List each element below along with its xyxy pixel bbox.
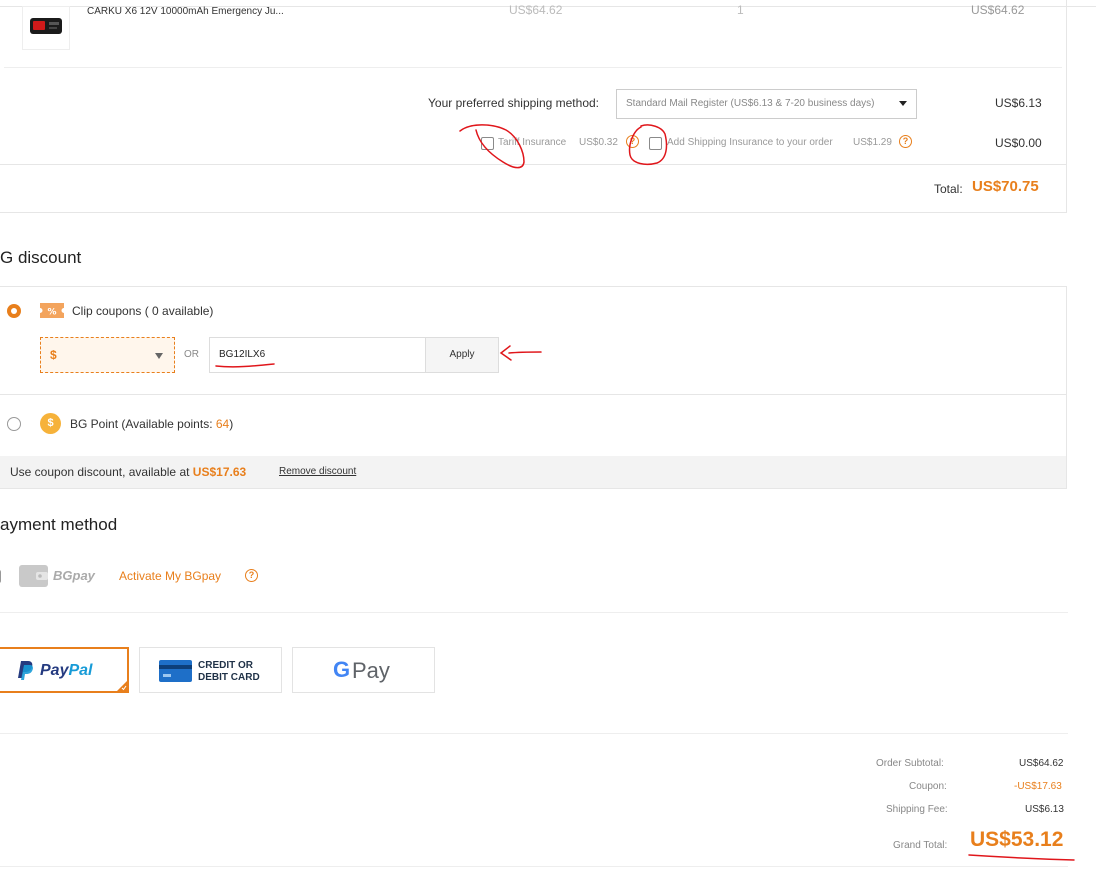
- shipping-insurance-label: Add Shipping Insurance to your order: [667, 137, 833, 148]
- remove-discount-link[interactable]: Remove discount: [279, 466, 356, 477]
- bg-point-text: BG Point (Available points:: [70, 417, 216, 431]
- google-pay-button[interactable]: G Pay: [292, 647, 435, 693]
- coupon-summary-value: -US$17.63: [1014, 781, 1062, 792]
- help-icon[interactable]: ?: [245, 569, 258, 582]
- caret-down-icon: [155, 353, 163, 359]
- order-panel-right-border: [1066, 0, 1067, 212]
- paypal-word-pal: Pal: [68, 662, 93, 679]
- tariff-insurance-label: Tariff Insurance: [498, 137, 567, 148]
- product-quantity: 1: [737, 3, 744, 17]
- bgpay-label: BGpay: [53, 568, 95, 583]
- svg-text:%: %: [47, 308, 56, 318]
- shipping-cost: US$6.13: [995, 96, 1042, 110]
- subtotal-label: Order Subtotal:: [876, 758, 944, 769]
- total-label: Total:: [934, 182, 963, 196]
- shipping-insurance-price: US$1.29: [853, 137, 892, 148]
- coupon-code-value: BG12ILX6: [219, 349, 266, 360]
- subtotal-value: US$64.62: [1019, 758, 1064, 769]
- coin-icon: $: [40, 413, 61, 434]
- selected-check-icon: [117, 681, 127, 691]
- google-pay-wordmark: Pay: [352, 658, 390, 683]
- discount-divider: [0, 394, 1066, 395]
- coupon-code-input[interactable]: BG12ILX6: [209, 337, 426, 373]
- or-separator: OR: [184, 349, 199, 360]
- product-thumbnail[interactable]: [22, 6, 70, 50]
- shipping-method-select[interactable]: Standard Mail Register (US$6.13 & 7-20 b…: [616, 89, 917, 119]
- bg-point-value: 64: [215, 417, 230, 431]
- credit-card-button[interactable]: CREDIT OR DEBIT CARD: [139, 647, 282, 693]
- help-icon[interactable]: ?: [899, 135, 912, 148]
- tariff-insurance-price: US$0.32: [579, 137, 618, 148]
- summary-divider: [0, 733, 1068, 734]
- apply-coupon-button[interactable]: Apply: [425, 337, 499, 373]
- product-line-total: US$64.62: [971, 3, 1025, 17]
- tariff-insurance-checkbox[interactable]: [481, 137, 494, 150]
- coupon-status-bar: Use coupon discount, available at US$17.…: [0, 456, 1066, 488]
- paypal-wordmark: PayPal: [40, 662, 92, 680]
- product-unit-price: US$64.62: [509, 3, 563, 17]
- coupon-currency-select[interactable]: $: [40, 337, 175, 373]
- activate-bgpay-link[interactable]: Activate My BGpay: [119, 569, 221, 583]
- paypal-logo-icon: [18, 661, 33, 680]
- currency-value: $: [50, 348, 57, 362]
- bg-point-close: ): [229, 417, 234, 431]
- credit-card-icon: [159, 660, 192, 682]
- caret-down-icon: [899, 101, 907, 106]
- bg-point-radio[interactable]: [7, 417, 21, 431]
- total-value: US$70.75: [972, 178, 1039, 195]
- payment-divider: [0, 612, 1068, 613]
- coupon-icon: %: [40, 303, 64, 318]
- payment-heading: ayment method: [0, 515, 118, 534]
- clip-coupon-radio[interactable]: [7, 304, 21, 318]
- clip-coupon-label: Clip coupons ( 0 available): [72, 304, 214, 318]
- shipping-divider: [0, 164, 1066, 165]
- bg-point-label: BG Point (Available points: 64): [70, 417, 233, 431]
- discount-heading: G discount: [0, 248, 82, 267]
- shipping-insurance-checkbox[interactable]: [649, 137, 662, 150]
- card-label-line2: DEBIT CARD: [198, 672, 260, 683]
- coupon-status-label: Use coupon discount, available at: [10, 465, 193, 479]
- annotation-marks: [215, 124, 1075, 861]
- item-divider: [4, 67, 1062, 68]
- order-panel-bottom-border: [0, 212, 1067, 213]
- shipping-method-label: Your preferred shipping method:: [428, 96, 599, 110]
- grand-total-label: Grand Total:: [893, 840, 948, 851]
- bottom-divider: [0, 866, 1068, 867]
- shipping-method-value: Standard Mail Register (US$6.13 & 7-20 b…: [626, 98, 875, 109]
- grand-total-underline-mark: [968, 854, 1075, 861]
- wallet-icon: [19, 565, 48, 587]
- paypal-button[interactable]: PayPal: [0, 647, 129, 693]
- paypal-word-pay: Pay: [40, 662, 69, 679]
- google-g-icon: G: [333, 657, 351, 682]
- coupon-status-text: Use coupon discount, available at US$17.…: [10, 465, 246, 479]
- insurance-cost: US$0.00: [995, 136, 1042, 150]
- jump-starter-image: [30, 18, 62, 34]
- bgpay-checkbox[interactable]: [0, 570, 1, 583]
- product-name[interactable]: CARKU X6 12V 10000mAh Emergency Ju...: [87, 6, 284, 17]
- coupon-summary-label: Coupon:: [909, 781, 947, 792]
- grand-total-value: US$53.12: [970, 828, 1064, 851]
- shipping-fee-value: US$6.13: [1025, 804, 1064, 815]
- card-label-line1: CREDIT OR: [198, 660, 253, 671]
- shipping-fee-label: Shipping Fee:: [886, 804, 948, 815]
- help-icon[interactable]: ?: [626, 135, 639, 148]
- coupon-status-value: US$17.63: [192, 465, 247, 479]
